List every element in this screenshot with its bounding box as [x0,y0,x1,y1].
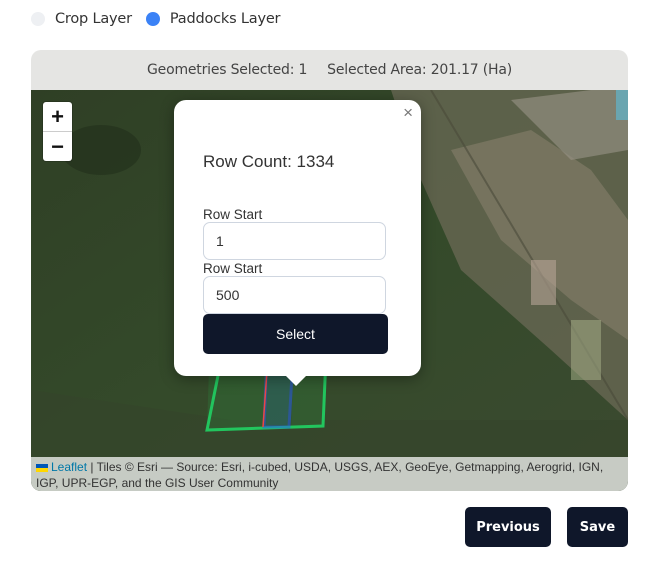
previous-button[interactable]: Previous [465,507,551,547]
row-start-input[interactable]: 1 [203,222,386,260]
zoom-in-button[interactable]: + [43,102,72,131]
row-start-label: Row Start [203,207,263,222]
radio-crop-layer[interactable]: Crop Layer [31,11,132,27]
close-icon[interactable]: × [403,103,413,123]
zoom-out-button[interactable]: − [43,131,72,161]
ukraine-flag-icon [36,463,48,472]
attribution-text: | Tiles © Esri — Source: Esri, i-cubed, … [36,460,604,490]
popup-tip [286,376,306,386]
row-count: Row Count: 1334 [203,152,335,171]
zoom-control: + − [43,102,72,161]
radio-label: Crop Layer [55,11,132,27]
geometries-selected: Geometries Selected: 1 [147,62,308,78]
radio-paddocks-layer[interactable]: Paddocks Layer [145,11,281,27]
row-selection-popup: × Row Count: 1334 Row Start 1 Row Start … [174,100,421,386]
radio-dot[interactable] [145,12,160,26]
row-end-input[interactable]: 500 [203,276,386,314]
radio-dot[interactable] [31,12,45,26]
selected-area: Selected Area: 201.17 (Ha) [327,62,512,78]
map-view[interactable]: + − × Row Count: 1334 Row Start 1 Row St… [31,90,628,491]
radio-label: Paddocks Layer [169,11,281,27]
row-end-label: Row Start [203,261,263,276]
select-button[interactable]: Select [203,314,388,354]
map-attribution: Leaflet | Tiles © Esri — Source: Esri, i… [31,457,628,491]
save-button[interactable]: Save [567,507,628,547]
leaflet-link[interactable]: Leaflet [51,460,87,474]
map-header: Geometries Selected: 1 Selected Area: 20… [31,50,628,90]
map-card: Geometries Selected: 1 Selected Area: 20… [31,50,628,491]
layer-toggle: Crop Layer Paddocks Layer [31,11,294,27]
